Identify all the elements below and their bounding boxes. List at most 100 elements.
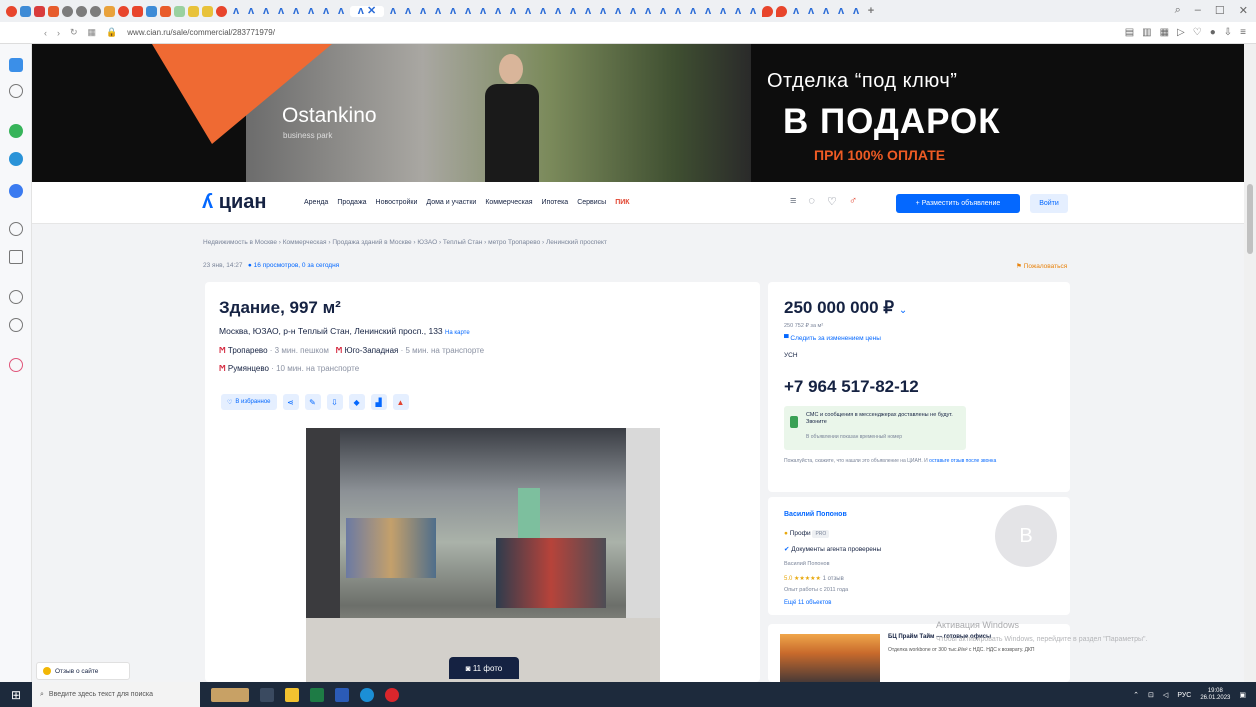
cian-logo[interactable]: ʎ циан <box>202 191 266 214</box>
photo-count-button[interactable]: ◙ 11 фото <box>449 657 519 679</box>
stats-icon[interactable]: ▟ <box>370 394 387 410</box>
cian-tab-icon[interactable]: ʌ <box>402 5 414 17</box>
nav-item-sale[interactable]: Продажа <box>337 199 366 206</box>
cian-tab-icon[interactable]: ʌ <box>672 5 684 17</box>
tab-icon[interactable] <box>62 5 73 17</box>
favorite-button[interactable]: ♡ В избранное <box>221 394 277 410</box>
scrollbar[interactable] <box>1244 44 1256 682</box>
new-tab-icon[interactable]: + <box>865 5 877 17</box>
metro-station[interactable]: Румянцево <box>228 364 269 373</box>
grid-icon[interactable]: ▦ <box>88 27 97 38</box>
weather-icon[interactable] <box>211 687 249 702</box>
task-view-icon[interactable] <box>260 687 274 702</box>
cian-tab-icon[interactable]: ʌ <box>850 5 862 17</box>
map-pin-tab-icon[interactable] <box>776 5 787 17</box>
map-link[interactable]: На карте <box>445 330 470 336</box>
cian-tab-icon[interactable]: ʌ <box>732 5 744 17</box>
tab-icon[interactable] <box>202 5 213 17</box>
cian-tab-icon[interactable]: ʌ <box>612 5 624 17</box>
cian-tab-icon[interactable]: ʌ <box>245 5 257 17</box>
edge-icon[interactable] <box>360 687 374 702</box>
metro-station[interactable]: Юго-Западная <box>344 346 398 355</box>
maximize-icon[interactable]: ☐ <box>1215 4 1225 17</box>
cian-tab-icon[interactable]: ʌ <box>702 5 714 17</box>
whatsapp-icon[interactable] <box>9 124 23 138</box>
telegram-icon[interactable] <box>9 152 23 166</box>
extension-icon[interactable]: ▦ <box>1160 27 1169 38</box>
reload-icon[interactable]: ↻ <box>70 27 78 38</box>
nav-item-pik[interactable]: ПИК <box>615 199 629 206</box>
close-icon[interactable]: ✕ <box>1239 4 1248 17</box>
cian-tab-icon[interactable]: ʌ <box>320 5 332 17</box>
cian-tab-icon[interactable]: ʌ <box>820 5 832 17</box>
clock[interactable]: 19:08 26.01.2023 <box>1200 688 1230 702</box>
cian-tab-icon[interactable]: ʌ <box>260 5 272 17</box>
cian-tab-icon[interactable]: ʌ <box>627 5 639 17</box>
cian-tab-icon[interactable]: ʌ <box>230 5 242 17</box>
home-icon[interactable] <box>9 84 23 98</box>
reviews-count[interactable]: 1 отзыв <box>823 576 844 582</box>
tab-icon[interactable] <box>188 5 199 17</box>
tab-icon[interactable] <box>118 5 129 17</box>
heart-icon[interactable]: ♡ <box>1193 27 1202 38</box>
tab-icon[interactable] <box>216 5 227 17</box>
listing-photo[interactable] <box>306 428 660 682</box>
tab-icon[interactable] <box>20 5 31 17</box>
search-tabs-icon[interactable]: ⌕ <box>1175 4 1181 17</box>
file-explorer-icon[interactable] <box>285 687 299 702</box>
notifications-icon[interactable]: ▣ <box>1239 691 1246 699</box>
cian-tab-icon[interactable]: ʌ <box>290 5 302 17</box>
cian-tab-icon[interactable]: ʌ <box>642 5 654 17</box>
tab-icon[interactable] <box>146 5 157 17</box>
extension-icon[interactable]: ▤ <box>1125 27 1134 38</box>
settings-icon[interactable] <box>9 222 23 236</box>
tab-icon[interactable] <box>48 5 59 17</box>
login-button[interactable]: Войти <box>1030 194 1068 213</box>
nav-item-commercial[interactable]: Коммерческая <box>485 199 532 206</box>
map-pin-tab-icon[interactable] <box>762 5 773 17</box>
cian-tab-icon[interactable]: ʌ <box>537 5 549 17</box>
complain-link[interactable]: ⚑ Пожаловаться <box>1016 262 1067 270</box>
cian-tab-icon[interactable]: ʌ <box>387 5 399 17</box>
sidebar-app-icon[interactable] <box>9 58 23 72</box>
word-icon[interactable] <box>335 687 349 702</box>
feedback-button[interactable]: Отзыв о сайте <box>36 662 130 680</box>
excel-icon[interactable] <box>310 687 324 702</box>
cian-tab-icon[interactable]: ʌ <box>417 5 429 17</box>
share-button[interactable]: ⋖ <box>282 394 299 410</box>
url-field[interactable]: www.cian.ru/sale/commercial/283771979/ <box>127 28 275 37</box>
cian-tab-icon[interactable]: ʌ <box>492 5 504 17</box>
more-objects-link[interactable]: Ещё 11 объектов <box>784 600 831 606</box>
forward-icon[interactable]: › <box>57 28 60 38</box>
history-icon[interactable] <box>9 318 23 332</box>
cian-tab-icon[interactable]: ʌ <box>507 5 519 17</box>
agent-name[interactable]: Василий Попонов <box>784 511 847 518</box>
edit-icon[interactable]: ✎ <box>304 394 321 410</box>
notifications-icon[interactable]: ♂ <box>849 195 857 208</box>
cian-tab-icon[interactable]: ʌ <box>447 5 459 17</box>
cian-tab-icon[interactable]: ʌ <box>462 5 474 17</box>
nav-item-newbuild[interactable]: Новостройки <box>376 199 418 206</box>
cian-tab-icon[interactable]: ʌ <box>275 5 287 17</box>
back-icon[interactable]: ‹ <box>44 28 47 38</box>
player-icon[interactable] <box>9 250 23 264</box>
tab-icon[interactable] <box>34 5 45 17</box>
phone-number[interactable]: +7 964 517-82-12 <box>784 377 919 397</box>
volume-icon[interactable]: ◁ <box>1163 691 1168 699</box>
play-icon[interactable]: ▷ <box>1177 27 1185 38</box>
chat-icon[interactable]: ◌ <box>808 195 815 208</box>
cian-tab-icon[interactable]: ʌ <box>687 5 699 17</box>
cian-tab-icon[interactable]: ʌ <box>477 5 489 17</box>
cian-tab-icon[interactable]: ʌ <box>657 5 669 17</box>
banner-ad[interactable]: Ostankino business park Отделка “под клю… <box>32 44 1244 182</box>
chevron-down-icon[interactable]: ⌄ <box>899 305 907 316</box>
cian-tab-icon[interactable]: ʌ <box>717 5 729 17</box>
tab-icon[interactable] <box>174 5 185 17</box>
extension-icon[interactable]: ▥ <box>1142 27 1151 38</box>
messenger-icon[interactable] <box>9 184 23 198</box>
tab-icon[interactable] <box>90 5 101 17</box>
compare-icon[interactable]: ≡ <box>790 195 796 208</box>
scrollbar-thumb[interactable] <box>1247 184 1253 254</box>
tray-arrow-icon[interactable]: ⌃ <box>1133 691 1139 699</box>
taskbar-search[interactable]: ⌕ Введите здесь текст для поиска <box>32 682 200 707</box>
